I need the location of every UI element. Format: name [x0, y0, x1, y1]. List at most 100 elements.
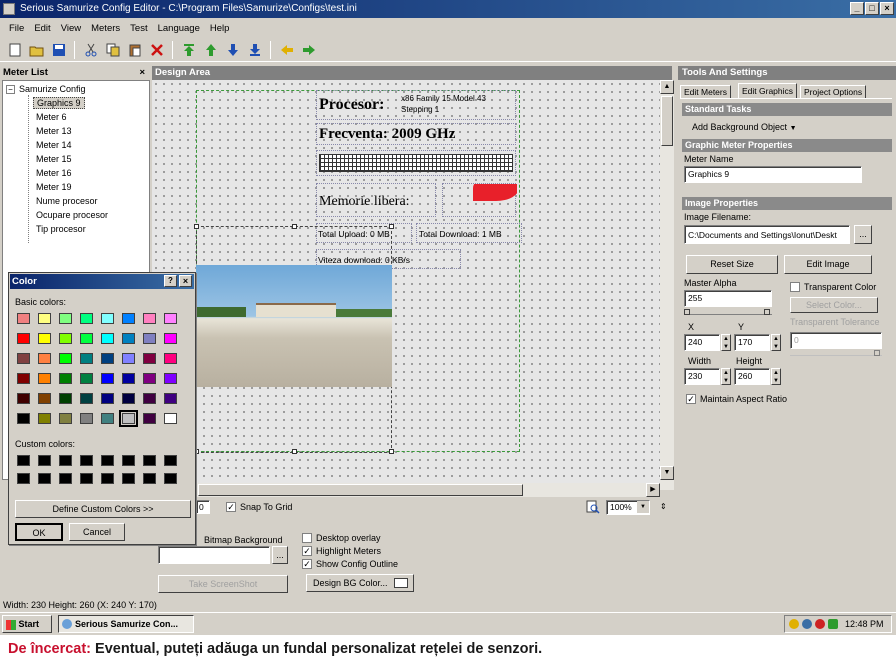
- menu-file[interactable]: File: [4, 23, 29, 34]
- scroll-right-button[interactable]: ▶: [646, 483, 660, 497]
- color-swatch[interactable]: [17, 413, 30, 424]
- tray-icon[interactable]: [802, 619, 812, 629]
- vertical-scrollbar[interactable]: ▲ ▼: [660, 80, 674, 490]
- image-browse-button[interactable]: ...: [854, 225, 872, 244]
- meter-procesor[interactable]: Procesor: x86 Family 15 Model 43 Steppin…: [316, 90, 516, 120]
- slider-thumb[interactable]: [684, 309, 690, 315]
- maximize-button[interactable]: □: [865, 2, 879, 15]
- color-swatch[interactable]: [59, 393, 72, 404]
- tray-icon[interactable]: [815, 619, 825, 629]
- custom-color-swatch[interactable]: [143, 455, 156, 466]
- color-swatch[interactable]: [80, 313, 93, 324]
- meter-graph[interactable]: [316, 150, 516, 176]
- custom-color-swatch[interactable]: [164, 473, 177, 484]
- copy-icon[interactable]: [104, 41, 121, 58]
- chevron-down-icon[interactable]: ▼: [637, 501, 649, 513]
- meter-memorie[interactable]: Memorie libera:: [316, 183, 436, 217]
- color-swatch[interactable]: [80, 353, 93, 364]
- color-swatch[interactable]: [38, 373, 51, 384]
- help-button[interactable]: ?: [164, 275, 177, 287]
- start-button[interactable]: Start: [2, 615, 52, 633]
- scroll-thumb[interactable]: [661, 96, 673, 146]
- color-swatch[interactable]: [38, 393, 51, 404]
- color-swatch[interactable]: [59, 373, 72, 384]
- show-outline-checkbox[interactable]: ✓: [302, 559, 312, 569]
- delete-icon[interactable]: [148, 41, 165, 58]
- color-swatch[interactable]: [59, 413, 72, 424]
- add-background-object-link[interactable]: Add Background Object ▼: [692, 122, 797, 132]
- resize-handle[interactable]: [389, 224, 394, 229]
- tree-item[interactable]: Meter 14: [36, 140, 72, 150]
- color-swatch[interactable]: [80, 373, 93, 384]
- forward-icon[interactable]: [300, 41, 317, 58]
- tab-edit-graphics[interactable]: Edit Graphics: [738, 83, 798, 98]
- tray-icon[interactable]: [828, 619, 838, 629]
- image-filename-field[interactable]: C:\Documents and Settings\Ionut\Deskt: [684, 225, 850, 244]
- color-swatch[interactable]: [122, 313, 135, 324]
- custom-color-swatch[interactable]: [122, 455, 135, 466]
- slider-thumb[interactable]: [874, 350, 880, 356]
- transparent-color-checkbox[interactable]: [790, 282, 800, 292]
- color-swatch[interactable]: [17, 333, 30, 344]
- color-swatch[interactable]: [164, 393, 177, 404]
- bitmap-path-field[interactable]: [158, 546, 270, 564]
- custom-color-swatch[interactable]: [59, 455, 72, 466]
- tree-item[interactable]: Tip procesor: [36, 224, 86, 234]
- open-icon[interactable]: [28, 41, 45, 58]
- menu-edit[interactable]: Edit: [29, 23, 55, 34]
- custom-color-swatch[interactable]: [164, 455, 177, 466]
- color-swatch[interactable]: [17, 373, 30, 384]
- color-swatch[interactable]: [17, 313, 30, 324]
- menu-language[interactable]: Language: [153, 23, 205, 34]
- color-swatch[interactable]: [122, 393, 135, 404]
- color-swatch[interactable]: [164, 333, 177, 344]
- color-swatch[interactable]: [101, 373, 114, 384]
- move-top-icon[interactable]: [180, 41, 197, 58]
- slider-thumb[interactable]: [764, 309, 770, 315]
- menu-test[interactable]: Test: [125, 23, 152, 34]
- horizontal-scrollbar[interactable]: ▶: [196, 483, 660, 497]
- height-field[interactable]: 260: [734, 368, 770, 385]
- select-color-button[interactable]: Select Color...: [790, 297, 878, 313]
- meter-download[interactable]: Total Download: 1 MB: [416, 223, 522, 243]
- new-icon[interactable]: [6, 41, 23, 58]
- edit-image-button[interactable]: Edit Image: [784, 255, 872, 274]
- tray-icon[interactable]: [789, 619, 799, 629]
- custom-color-swatch[interactable]: [101, 455, 114, 466]
- dialog-close-button[interactable]: ×: [179, 275, 192, 287]
- color-swatch[interactable]: [143, 393, 156, 404]
- color-swatch[interactable]: [164, 373, 177, 384]
- custom-color-swatch[interactable]: [80, 473, 93, 484]
- color-swatch[interactable]: [122, 353, 135, 364]
- tree-item[interactable]: Ocupare procesor: [36, 210, 108, 220]
- zoom-icon[interactable]: [586, 500, 600, 514]
- master-alpha-field[interactable]: 255: [684, 290, 772, 307]
- scroll-down-button[interactable]: ▼: [660, 466, 674, 480]
- tolerance-slider[interactable]: [790, 350, 882, 356]
- snap-checkbox[interactable]: ✓: [226, 502, 236, 512]
- tree-item[interactable]: Meter 16: [36, 168, 72, 178]
- color-swatch[interactable]: [164, 413, 177, 424]
- collapse-icon[interactable]: −: [6, 85, 15, 94]
- menu-view[interactable]: View: [56, 23, 86, 34]
- color-swatch[interactable]: [143, 353, 156, 364]
- meter-pie[interactable]: [442, 183, 517, 217]
- color-swatch[interactable]: [38, 313, 51, 324]
- color-swatch[interactable]: [119, 410, 138, 427]
- resize-handle[interactable]: [292, 224, 297, 229]
- color-swatch[interactable]: [80, 413, 93, 424]
- tree-item[interactable]: Meter 15: [36, 154, 72, 164]
- tree-item[interactable]: Meter 13: [36, 126, 72, 136]
- cancel-button[interactable]: Cancel: [69, 523, 125, 541]
- color-swatch[interactable]: [17, 353, 30, 364]
- maintain-aspect-checkbox[interactable]: ✓: [686, 394, 696, 404]
- grid-size-field[interactable]: 0: [196, 500, 210, 514]
- custom-color-swatch[interactable]: [122, 473, 135, 484]
- tree-item-selected[interactable]: Graphics 9: [33, 97, 85, 109]
- menu-meters[interactable]: Meters: [86, 23, 125, 34]
- resize-handle[interactable]: [292, 449, 297, 454]
- alpha-slider[interactable]: [684, 309, 772, 315]
- color-swatch[interactable]: [143, 333, 156, 344]
- tab-project-options[interactable]: Project Options: [800, 85, 867, 98]
- design-canvas[interactable]: Procesor: x86 Family 15 Model 43 Steppin…: [152, 80, 660, 483]
